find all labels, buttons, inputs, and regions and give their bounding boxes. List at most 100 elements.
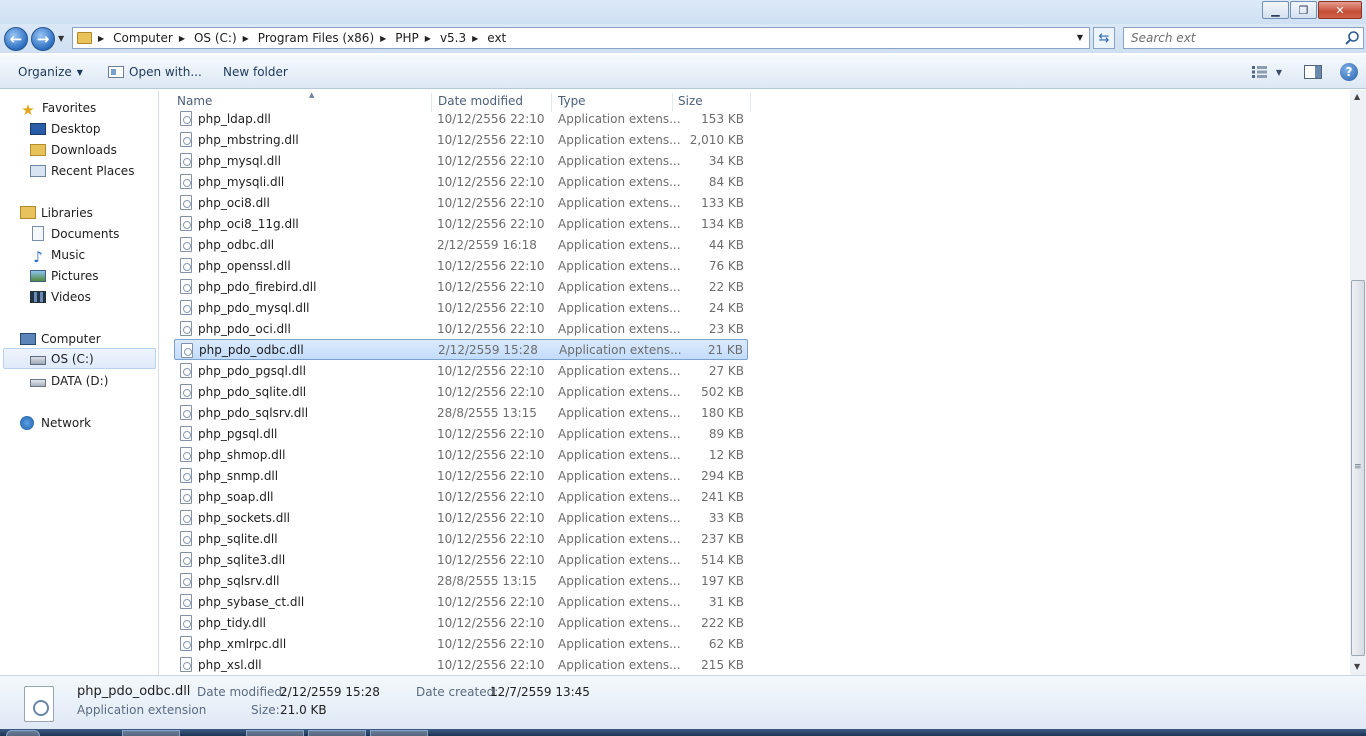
network-icon [20,415,34,430]
file-row[interactable]: php_pdo_odbc.dll 2/12/2559 15:28 Applicati… [174,339,748,360]
file-row[interactable]: php_pdo_firebird.dll 10/12/2556 22:10 Appl… [174,276,748,297]
breadcrumb-php[interactable]: PHP ▶ [395,31,440,45]
title-bar: ▁ ❐ ✕ [0,0,1366,24]
file-row[interactable]: php_sqlite3.dll 10/12/2556 22:10 Applicati… [174,549,748,570]
sidebar-item-desktop[interactable]: Desktop [30,118,101,139]
music-icon: ♪ [33,247,43,266]
help-button[interactable]: ? [1340,63,1358,81]
file-row[interactable]: php_tidy.dll 10/12/2556 22:10 Application … [174,612,748,633]
breadcrumb-version[interactable]: v5.3 ▶ [440,31,487,45]
change-view-button[interactable] [1251,66,1270,78]
address-bar[interactable]: ▶ Computer ▶ OS (C:) ▶ Program Files (x86)… [72,27,1090,49]
breadcrumb-program-files[interactable]: Program Files (x86) ▶ [258,31,395,45]
sidebar-item-favorites[interactable]: ★ Favorites [20,97,96,119]
hard-drive-icon [30,356,46,365]
file-row[interactable]: php_oci8_11g.dll 10/12/2556 22:10 Applicat… [174,213,748,234]
breadcrumb-drive-c[interactable]: OS (C:) ▶ [194,31,258,45]
sidebar-item-documents[interactable]: Documents [30,223,119,244]
file-row[interactable]: php_soap.dll 10/12/2556 22:10 Application … [174,486,748,507]
chevron-right-icon[interactable]: ▶ [179,34,185,43]
minimize-button[interactable]: ▁ [1262,1,1289,19]
file-size: 89 KB [708,426,744,441]
sidebar-item-label: DATA (D:) [51,373,109,388]
file-row[interactable]: php_snmp.dll 10/12/2556 22:10 Application … [174,465,748,486]
breadcrumb-root-chevron[interactable]: ▶ [98,34,113,43]
sidebar-item-music[interactable]: ♪ Music [30,244,85,266]
chevron-right-icon[interactable]: ▶ [380,34,386,43]
sidebar-item-computer[interactable]: Computer [20,328,101,349]
file-date-modified: 10/12/2556 22:10 [437,216,545,231]
breadcrumb-ext[interactable]: ext [487,31,506,45]
sidebar-item-network[interactable]: Network [20,412,91,433]
chevron-right-icon[interactable]: ▶ [472,34,478,43]
file-row[interactable]: php_pdo_oci.dll 10/12/2556 22:10 Applicati… [174,318,748,339]
organize-button[interactable]: Organize ▼ [18,65,83,79]
file-name: php_pdo_odbc.dll [199,342,304,357]
chevron-right-icon[interactable]: ▶ [243,34,249,43]
file-row[interactable]: php_sockets.dll 10/12/2556 22:10 Applicati… [174,507,748,528]
vertical-scrollbar[interactable]: ▲ ≡ ▼ [1350,90,1366,675]
sidebar-item-downloads[interactable]: Downloads [30,139,117,160]
scroll-down-icon[interactable]: ▼ [1354,662,1360,671]
dll-file-icon [180,636,192,651]
sidebar-item-videos[interactable]: Videos [30,286,91,307]
file-type: Application extens... [558,510,681,525]
start-button[interactable] [6,730,40,736]
sidebar-item-drive-d[interactable]: DATA (D:) [30,370,108,391]
taskbar-item[interactable] [246,730,304,736]
new-folder-button[interactable]: New folder [223,65,288,79]
recent-pages-dropdown-icon[interactable]: ▼ [58,34,64,43]
taskbar-item[interactable] [308,730,366,736]
sidebar-item-libraries[interactable]: Libraries [20,202,93,223]
taskbar-item[interactable] [122,730,180,736]
open-with-button[interactable]: Open with... [108,65,202,79]
restore-button[interactable]: ❐ [1290,1,1317,19]
sidebar-item-drive-c[interactable]: OS (C:) [3,348,156,369]
close-button[interactable]: ✕ [1318,1,1362,19]
search-input[interactable] [1123,27,1364,49]
file-row[interactable]: php_mysqli.dll 10/12/2556 22:10 Applicatio… [174,171,748,192]
file-type: Application extens... [558,615,681,630]
preview-pane-button[interactable] [1304,65,1322,79]
taskbar-item[interactable] [370,730,428,736]
file-row[interactable]: php_shmop.dll 10/12/2556 22:10 Application… [174,444,748,465]
sidebar-item-recent-places[interactable]: Recent Places [30,160,134,181]
file-list: Name ▲ Date modified Type Size php_ldap.… [160,90,1350,675]
back-button[interactable]: ← [4,27,28,51]
scroll-up-icon[interactable]: ▲ [1354,92,1360,101]
file-row[interactable]: php_pgsql.dll 10/12/2556 22:10 Application… [174,423,748,444]
file-row[interactable]: php_openssl.dll 10/12/2556 22:10 Applicati… [174,255,748,276]
chevron-right-icon[interactable]: ▶ [425,34,431,43]
file-row[interactable]: php_sybase_ct.dll 10/12/2556 22:10 Applica… [174,591,748,612]
file-row[interactable]: php_mysql.dll 10/12/2556 22:10 Application… [174,150,748,171]
file-row[interactable]: php_oci8.dll 10/12/2556 22:10 Application … [174,192,748,213]
documents-icon [32,226,44,241]
file-row[interactable]: php_ldap.dll 10/12/2556 22:10 Application … [174,108,748,129]
file-row[interactable]: php_pdo_sqlite.dll 10/12/2556 22:10 Applic… [174,381,748,402]
file-name: php_sockets.dll [198,510,290,525]
sidebar-item-pictures[interactable]: Pictures [30,265,99,286]
forward-button[interactable]: → [31,27,55,51]
navigation-bar: ← → ▼ ▶ Computer ▶ OS (C:) ▶ Program Files… [0,24,1366,53]
file-row[interactable]: php_mbstring.dll 10/12/2556 22:10 Applicat… [174,129,748,150]
address-history-dropdown-icon[interactable]: ▼ [1077,33,1083,42]
view-options-dropdown-icon[interactable]: ▼ [1276,68,1282,77]
file-name: php_pdo_firebird.dll [198,279,317,294]
file-name: php_openssl.dll [198,258,291,273]
dll-file-icon [180,384,192,399]
breadcrumb-computer[interactable]: Computer ▶ [113,31,194,45]
file-row[interactable]: php_xmlrpc.dll 10/12/2556 22:10 Applicatio… [174,633,748,654]
file-row[interactable]: php_sqlite.dll 10/12/2556 22:10 Applicatio… [174,528,748,549]
file-name: php_sqlite3.dll [198,552,286,567]
file-type: Application extens... [558,363,681,378]
file-row[interactable]: php_sqlsrv.dll 28/8/2555 13:15 Application… [174,570,748,591]
file-row[interactable]: php_pdo_pgsql.dll 10/12/2556 22:10 Applica… [174,360,748,381]
file-row[interactable]: php_odbc.dll 2/12/2559 16:18 Application e… [174,234,748,255]
sidebar-item-label: Desktop [51,121,101,136]
file-row[interactable]: php_pdo_sqlsrv.dll 28/8/2555 13:15 Applica… [174,402,748,423]
file-row[interactable]: php_pdo_mysql.dll 10/12/2556 22:10 Applica… [174,297,748,318]
file-row[interactable]: php_xsl.dll 10/12/2556 22:10 Application e… [174,654,748,675]
file-name: php_soap.dll [198,489,274,504]
refresh-button[interactable]: ⇆ [1093,27,1115,49]
search-icon[interactable] [1344,30,1360,46]
